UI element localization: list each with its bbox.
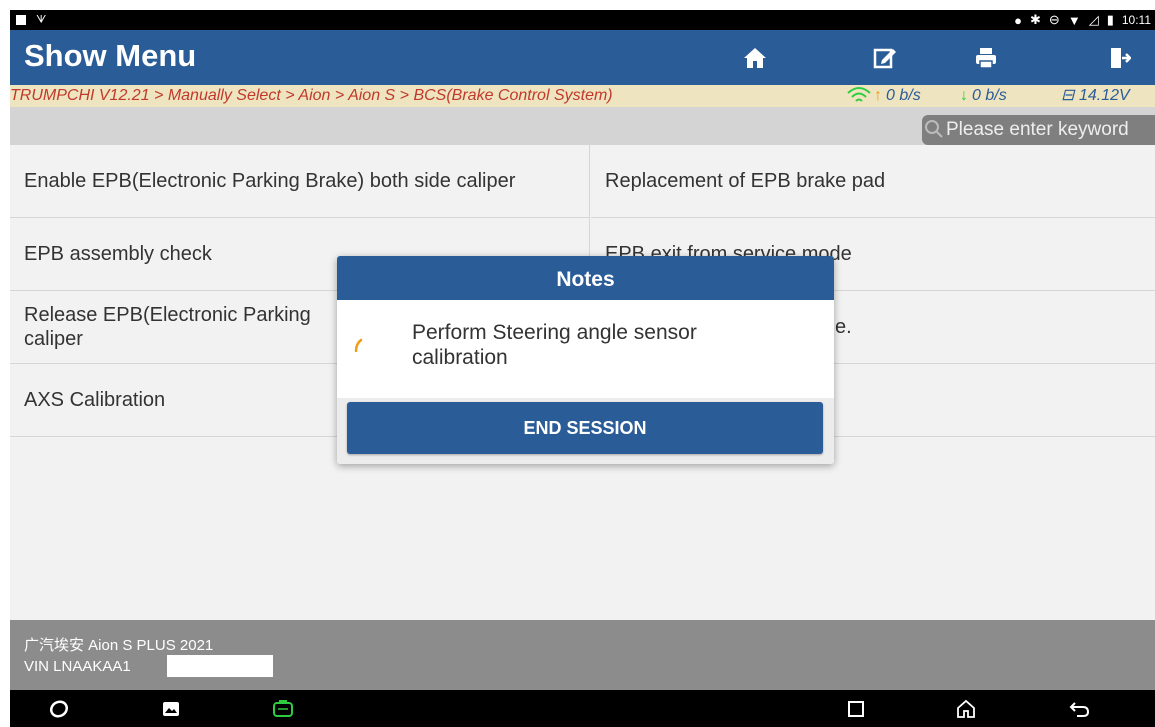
notification-icon xyxy=(16,15,26,25)
exit-icon xyxy=(1111,47,1131,68)
recents-button[interactable] xyxy=(841,695,871,723)
vci-button[interactable] xyxy=(268,695,298,723)
print-button[interactable] xyxy=(953,30,1019,85)
back-icon xyxy=(1069,702,1090,717)
search-input[interactable]: Please enter keyword xyxy=(922,115,1155,145)
voltage: 14.12V xyxy=(1079,87,1130,104)
download-arrow-icon: ↓ xyxy=(960,87,968,104)
bluetooth-icon: ✱ xyxy=(1030,12,1041,27)
recents-icon xyxy=(848,701,864,717)
menu-item[interactable]: Replacement of EPB brake pad xyxy=(591,145,1155,218)
home-nav-icon xyxy=(957,699,975,718)
vehicle-name: 广汽埃安 Aion S PLUS 2021 xyxy=(24,637,214,654)
menu-item[interactable]: Enable EPB(Electronic Parking Brake) bot… xyxy=(10,145,590,218)
page-title: Show Menu xyxy=(24,38,197,73)
exit-button[interactable] xyxy=(1087,30,1153,85)
menu-item-label: Enable EPB(Electronic Parking Brake) bot… xyxy=(24,169,516,192)
home-button[interactable] xyxy=(722,30,788,85)
dialog-title: Notes xyxy=(337,256,834,300)
dialog-footer: END SESSION xyxy=(337,398,834,464)
status-bar: ᗐ ● ✱ ⊖ ▼ ◿ ▮ 10:11 xyxy=(10,10,1155,30)
home-icon xyxy=(744,47,766,68)
wifi-icon xyxy=(846,85,872,107)
download-rate: 0 b/s xyxy=(972,87,1007,104)
print-icon xyxy=(976,47,996,69)
menu-item-label: EPB assembly check xyxy=(24,242,212,265)
battery-icon: ▮ xyxy=(1106,12,1114,27)
status-time: 10:11 xyxy=(1121,13,1151,27)
search-icon xyxy=(924,119,944,145)
gallery-icon xyxy=(163,702,179,716)
breadcrumb: TRUMPCHI V12.21 > Manually Select > Aion… xyxy=(10,85,1155,107)
redaction-box xyxy=(167,655,273,677)
notes-dialog: Notes Perform Steering angle sensor cali… xyxy=(337,256,834,464)
search-bar: Please enter keyword xyxy=(10,107,1155,145)
battery-voltage-icon: ⊟ xyxy=(1061,87,1075,104)
usb-icon: ᗐ xyxy=(36,13,47,26)
wifi-status-icon: ▼ xyxy=(1067,12,1081,28)
home-nav-button[interactable] xyxy=(951,695,981,723)
signal-icon: ◿ xyxy=(1088,12,1099,27)
edit-icon xyxy=(873,48,896,68)
location-icon: ● xyxy=(1014,12,1023,28)
gallery-button[interactable] xyxy=(156,695,186,723)
vin: VIN LNAAKAA1 xyxy=(24,658,131,675)
vci-icon xyxy=(273,700,293,717)
menu-item-label-line2: caliper xyxy=(24,328,83,350)
browser-icon xyxy=(49,700,69,718)
end-session-button[interactable]: END SESSION xyxy=(347,402,823,454)
menu-item-label: Replacement of EPB brake pad xyxy=(605,169,886,192)
breadcrumb-path: TRUMPCHI V12.21 > Manually Select > Aion… xyxy=(10,87,613,104)
app-header: Show Menu xyxy=(10,30,1155,85)
vehicle-info: 广汽埃安 Aion S PLUS 2021 VIN LNAAKAA1 xyxy=(10,620,1155,690)
loading-spinner-icon xyxy=(354,338,363,352)
dialog-body: Perform Steering angle sensor calibratio… xyxy=(337,300,834,398)
dnd-icon: ⊖ xyxy=(1048,12,1060,27)
back-button[interactable] xyxy=(1065,695,1095,723)
dialog-message: Perform Steering angle sensor calibratio… xyxy=(412,321,697,369)
browser-button[interactable] xyxy=(44,695,74,723)
search-placeholder: Please enter keyword xyxy=(946,119,1129,140)
upload-arrow-icon: ↑ xyxy=(874,87,882,104)
edit-button[interactable] xyxy=(852,30,918,85)
menu-item-label: AXS Calibration xyxy=(24,388,166,411)
upload-rate: 0 b/s xyxy=(886,87,921,104)
navigation-bar xyxy=(10,690,1155,727)
menu-item-label: Release EPB(Electronic Parking xyxy=(24,304,311,326)
